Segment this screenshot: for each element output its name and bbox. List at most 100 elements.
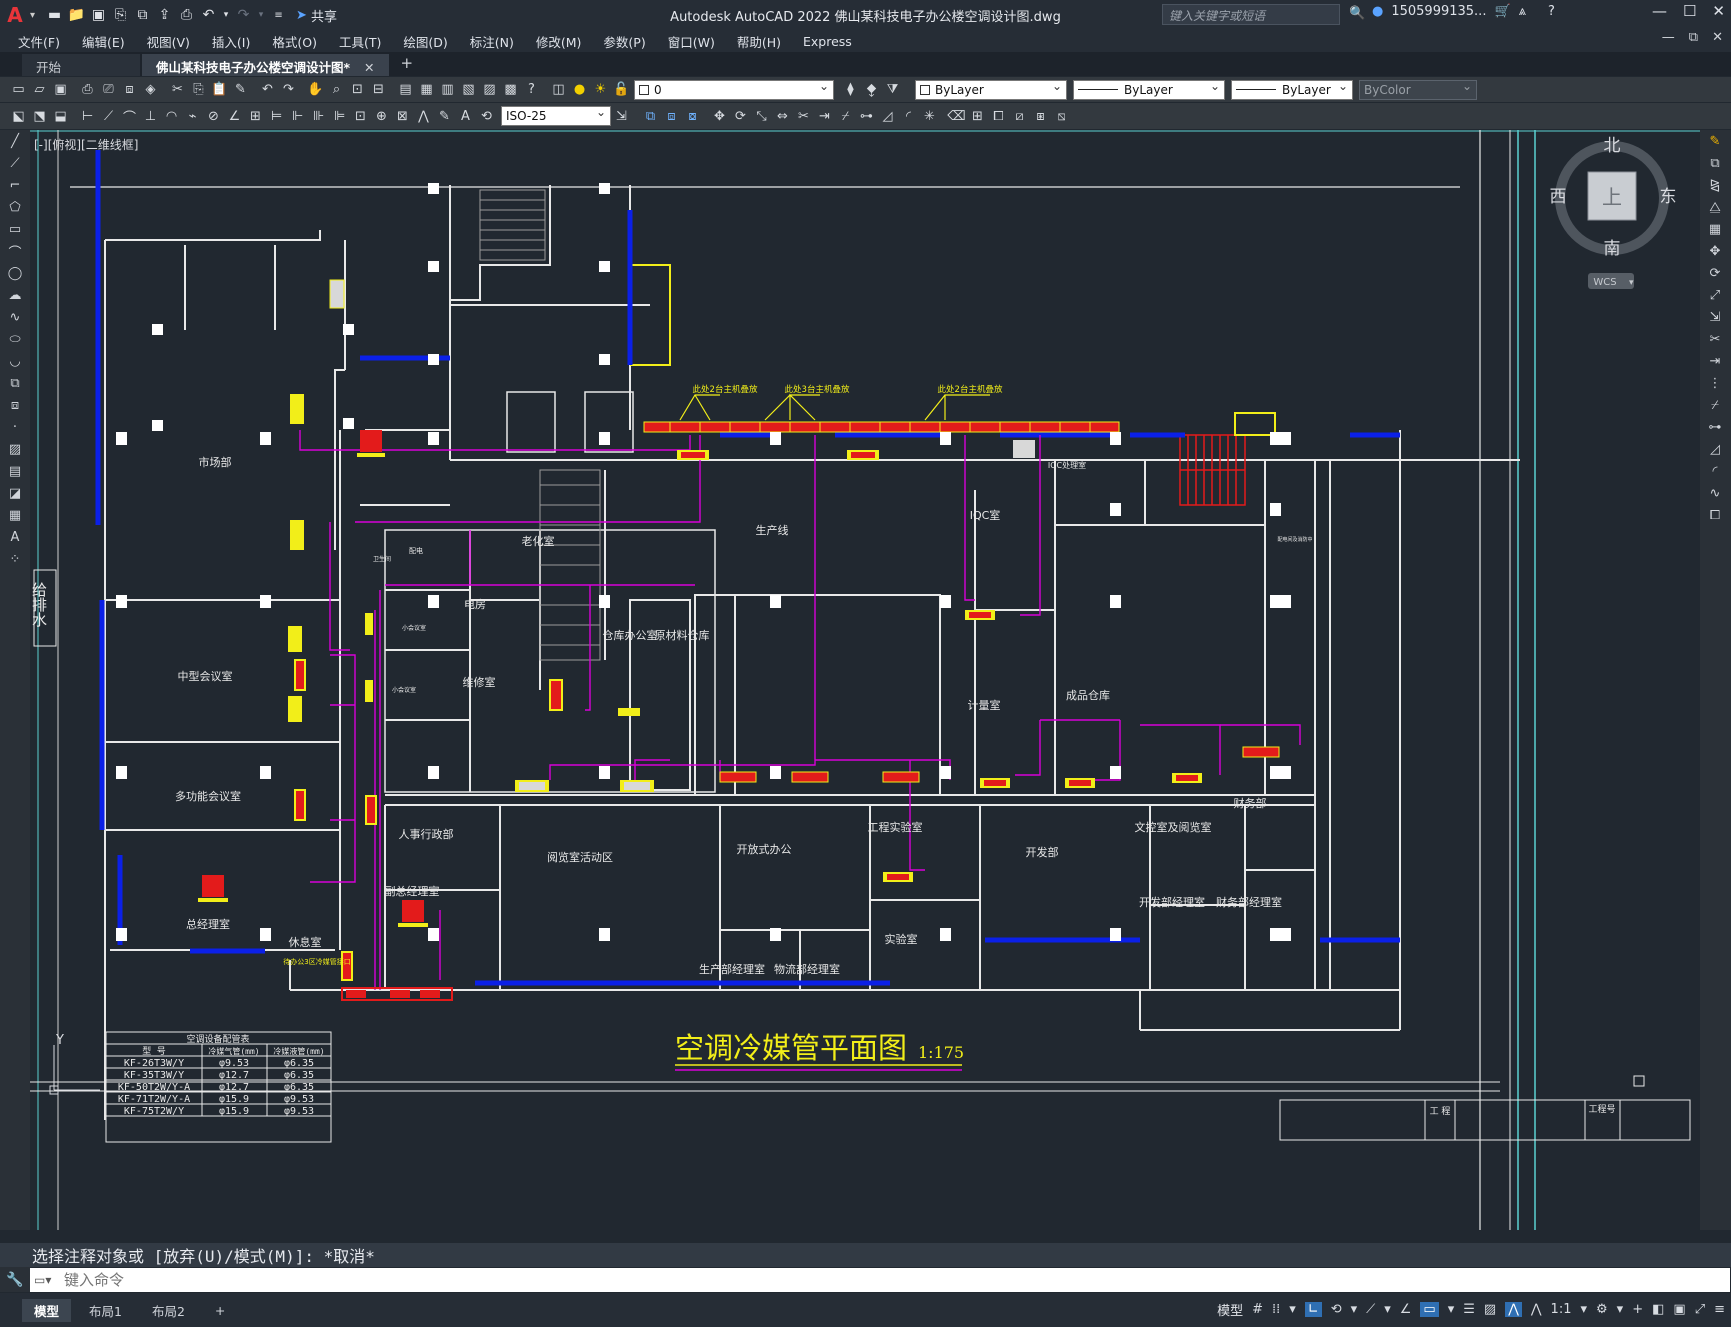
app-menu-chevron-icon[interactable]: ▾ — [30, 10, 35, 21]
menu-parametric[interactable]: 参数(P) — [603, 32, 645, 51]
explode-icon[interactable]: ⧠ — [1700, 504, 1730, 526]
scale-dropdown-icon[interactable]: ▾ — [1580, 1302, 1587, 1317]
menu-file[interactable]: 文件(F) — [18, 32, 60, 51]
hatch-icon[interactable]: ▨ — [0, 438, 30, 460]
open-file-icon[interactable]: 📁 — [67, 5, 86, 25]
new-tab-button[interactable]: + — [391, 54, 424, 76]
rotate-icon[interactable]: ⟳ — [1700, 262, 1730, 284]
otrack-icon[interactable]: ∠ — [1400, 1302, 1412, 1317]
angular-dim-icon[interactable]: ∠ — [224, 106, 245, 126]
point-icon[interactable]: · — [0, 416, 30, 438]
polar-icon[interactable]: ⟲ — [1331, 1302, 1342, 1317]
extend-icon[interactable]: ⇥ — [814, 106, 835, 126]
gradient-icon[interactable]: ▤ — [0, 460, 30, 482]
plotstyle-dropdown[interactable]: ByColor — [1359, 79, 1477, 100]
trim-icon[interactable]: ✂ — [1700, 328, 1730, 350]
draw-order-icon[interactable]: ⬕ — [8, 106, 29, 126]
move-icon[interactable]: ✥ — [709, 106, 730, 126]
transparency-icon[interactable]: ▨ — [1484, 1302, 1496, 1317]
tab-start[interactable]: 开始 — [22, 54, 140, 76]
isolate-objects-icon[interactable]: ◧ — [1652, 1302, 1664, 1317]
annotation-scale[interactable]: 1:1 — [1551, 1302, 1572, 1317]
join-icon[interactable]: ⊶ — [1700, 416, 1730, 438]
redo-icon[interactable]: ↷ — [234, 5, 253, 25]
chamfer-icon[interactable]: ◿ — [877, 106, 898, 126]
doc-close-button[interactable]: ✕ — [1712, 30, 1723, 45]
user-icon[interactable]: ● — [1372, 4, 1383, 19]
snap-icon[interactable]: ⁞⁞ — [1272, 1302, 1280, 1317]
polar-dropdown-icon[interactable]: ▾ — [1351, 1302, 1358, 1317]
help-icon[interactable]: ? — [521, 80, 542, 100]
share-button[interactable]: ➤ 共享 — [296, 6, 337, 25]
erase-icon[interactable]: ✎ — [1700, 130, 1730, 152]
lineweight-dropdown[interactable]: ByLayer — [1231, 79, 1353, 100]
diameter-dim-icon[interactable]: ⊘ — [203, 106, 224, 126]
search-input[interactable]: 键入关键字或短语 — [1162, 4, 1340, 25]
viewport-label[interactable]: [-][俯视][二维线框] — [34, 137, 138, 152]
mtext-icon[interactable]: A — [0, 526, 30, 548]
insert-block-icon[interactable]: ⧄ — [1009, 106, 1030, 126]
menu-insert[interactable]: 插入(I) — [212, 32, 250, 51]
autodesk-app-icon[interactable]: ⩓ — [1519, 4, 1526, 19]
move-icon[interactable]: ✥ — [1700, 240, 1730, 262]
copy-object-icon[interactable]: ⧉ — [640, 106, 661, 126]
user-name[interactable]: 1505999135... — [1391, 4, 1486, 19]
menu-view[interactable]: 视图(V) — [147, 32, 190, 51]
quick-dim-icon[interactable]: ⊞ — [245, 106, 266, 126]
baseline-dim-icon[interactable]: ⊨ — [266, 106, 287, 126]
menu-edit[interactable]: 编辑(E) — [82, 32, 125, 51]
inspect-icon[interactable]: ⊠ — [392, 106, 413, 126]
tab-drawing[interactable]: 佛山某科技电子办公楼空调设计图* ✕ — [142, 54, 389, 76]
line-icon[interactable]: ╱ — [0, 130, 30, 152]
center-mark-icon[interactable]: ⊕ — [371, 106, 392, 126]
minimize-button[interactable]: — — [1652, 2, 1667, 20]
annotation-visibility-icon[interactable]: ⋀ — [1505, 1302, 1522, 1317]
layer-states-icon[interactable]: ⧩ — [882, 80, 903, 100]
cart-icon[interactable]: 🛒 — [1494, 4, 1510, 19]
tab-layout2[interactable]: 布局2 — [140, 1299, 197, 1322]
region-icon[interactable]: ◪ — [0, 482, 30, 504]
new-file-icon[interactable]: ▬ — [45, 5, 64, 25]
menu-draw[interactable]: 绘图(D) — [403, 32, 447, 51]
scale-icon[interactable]: ⤡ — [751, 106, 772, 126]
jogged-dim-icon[interactable]: ⌁ — [182, 106, 203, 126]
join-icon[interactable]: ⊶ — [856, 106, 877, 126]
polyline-icon[interactable]: ⌐ — [0, 174, 30, 196]
stretch-icon[interactable]: ⇔ — [772, 106, 793, 126]
radius-dim-icon[interactable]: ◠ — [161, 106, 182, 126]
layer-freeze-icon[interactable]: ☀ — [590, 80, 611, 100]
construction-line-icon[interactable]: ⟋ — [0, 152, 30, 174]
break-icon[interactable]: ⌿ — [1700, 394, 1730, 416]
zoom-previous-icon[interactable]: ⊟ — [368, 80, 389, 100]
tab-model[interactable]: 模型 — [22, 1298, 72, 1322]
copy-icon[interactable]: ⎘ — [188, 80, 209, 100]
trim-icon[interactable]: ✂ — [793, 106, 814, 126]
ellipse-icon[interactable]: ⬭ — [0, 328, 30, 350]
gear-icon[interactable]: ⚙ — [1596, 1302, 1608, 1317]
maximize-button[interactable]: ☐ — [1683, 2, 1696, 20]
customize-command-icon[interactable]: 🔧 — [6, 1272, 23, 1288]
offset-icon[interactable]: ⧋ — [1700, 196, 1730, 218]
circle-icon[interactable]: ◯ — [0, 262, 30, 284]
text-front-icon[interactable]: ⬓ — [50, 106, 71, 126]
add-layout-button[interactable]: + — [203, 1301, 237, 1320]
open-icon[interactable]: ▱ — [29, 80, 50, 100]
explode-icon[interactable]: ✳ — [919, 106, 940, 126]
linear-dim-icon[interactable]: ⊢ — [77, 106, 98, 126]
auto-scale-icon[interactable]: ⋀ — [1531, 1302, 1542, 1317]
menu-window[interactable]: 窗口(W) — [668, 32, 715, 51]
menu-express[interactable]: Express — [803, 34, 852, 49]
snap-dropdown-icon[interactable]: ▾ — [1289, 1302, 1296, 1317]
array-icon[interactable]: ⊞ — [967, 106, 988, 126]
break-point-icon[interactable]: ⋮ — [1700, 372, 1730, 394]
close-tab-icon[interactable]: ✕ — [364, 60, 374, 75]
dim-edit-icon[interactable]: ✎ — [434, 106, 455, 126]
aligned-dim-icon[interactable]: ⟋ — [98, 106, 119, 126]
cut-icon[interactable]: ✂ — [167, 80, 188, 100]
tolerance-icon[interactable]: ⊡ — [350, 106, 371, 126]
dimstyle-dropdown[interactable]: ISO-25 — [501, 105, 611, 126]
continue-dim-icon[interactable]: ⊩ — [287, 106, 308, 126]
menu-tools[interactable]: 工具(T) — [339, 32, 381, 51]
search-icon[interactable]: 🔍 — [1349, 6, 1365, 21]
layer-properties-icon[interactable]: ◫ — [548, 80, 569, 100]
